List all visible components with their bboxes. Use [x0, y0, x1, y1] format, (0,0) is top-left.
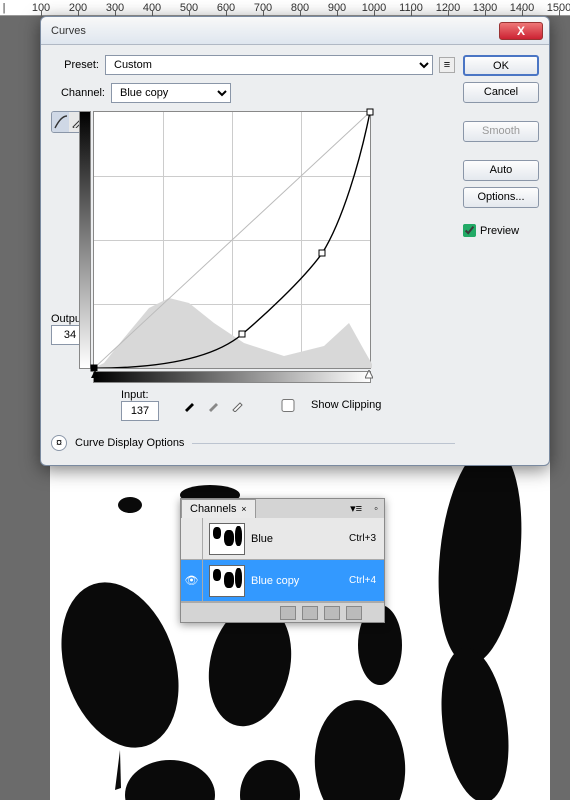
channel-shortcut: Ctrl+4 — [349, 575, 384, 586]
channel-row[interactable]: BlueCtrl+3 — [181, 518, 384, 560]
curves-dialog: Curves X Preset: Custom ≡ Channel: Blue … — [40, 16, 550, 466]
white-point-slider[interactable] — [365, 370, 373, 384]
panel-close-icon[interactable]: ◦ — [368, 503, 384, 515]
load-selection-icon[interactable] — [280, 606, 296, 620]
curve-point-2[interactable] — [319, 249, 326, 256]
black-eyedropper-icon[interactable] — [181, 396, 199, 414]
preset-select[interactable]: Custom — [105, 55, 433, 75]
visibility-toggle-icon[interactable] — [181, 518, 203, 559]
white-eyedropper-icon[interactable] — [229, 396, 247, 414]
delete-channel-icon[interactable] — [346, 606, 362, 620]
curve-display-expand-icon[interactable]: ¤ — [51, 435, 67, 451]
channels-tab[interactable]: Channels × — [181, 499, 256, 518]
save-selection-icon[interactable] — [302, 606, 318, 620]
channel-thumbnail — [209, 565, 245, 597]
horizontal-ruler: | // ticks rendered after data load belo… — [0, 0, 570, 16]
curve-path[interactable] — [94, 112, 370, 368]
channels-panel[interactable]: Channels × ▾≡ ◦ BlueCtrl+3👁Blue copyCtrl… — [180, 498, 385, 623]
channel-select[interactable]: Blue copy — [111, 83, 231, 103]
channels-footer — [181, 602, 384, 622]
channels-tab-label: Channels — [190, 503, 236, 515]
preset-menu-icon[interactable]: ≡ — [439, 57, 455, 73]
channel-shortcut: Ctrl+3 — [349, 533, 384, 544]
horizontal-gradient-ramp[interactable] — [93, 371, 371, 383]
channel-row[interactable]: 👁 Blue copyCtrl+4 — [181, 560, 384, 602]
channel-name: Blue — [251, 533, 349, 545]
cancel-button[interactable]: Cancel — [463, 82, 539, 103]
dialog-titlebar[interactable]: Curves X — [41, 17, 549, 45]
dialog-title: Curves — [41, 25, 86, 37]
visibility-toggle-icon[interactable]: 👁 — [181, 560, 203, 601]
smooth-button[interactable]: Smooth — [463, 121, 539, 142]
curve-point-1[interactable] — [239, 330, 246, 337]
panel-menu-icon[interactable]: ▾≡ — [344, 502, 368, 515]
input-field[interactable] — [121, 401, 159, 421]
channel-label: Channel: — [53, 87, 105, 99]
curves-graph[interactable] — [93, 111, 371, 369]
close-tab-icon[interactable]: × — [241, 504, 246, 514]
gray-eyedropper-icon[interactable] — [205, 396, 223, 414]
preview-checkbox[interactable]: Preview — [463, 224, 539, 237]
options-button[interactable]: Options... — [463, 187, 539, 208]
ok-button[interactable]: OK — [463, 55, 539, 76]
channel-name: Blue copy — [251, 575, 349, 587]
vertical-gradient-ramp — [79, 111, 91, 369]
preset-label: Preset: — [51, 59, 99, 71]
point-curve-icon[interactable] — [52, 112, 69, 132]
auto-button[interactable]: Auto — [463, 160, 539, 181]
curve-point-highlight[interactable] — [367, 109, 374, 116]
channel-thumbnail — [209, 523, 245, 555]
input-label: Input: — [121, 389, 159, 401]
show-clipping-checkbox[interactable]: Show Clipping — [269, 399, 381, 412]
dialog-close-button[interactable]: X — [499, 22, 543, 40]
new-channel-icon[interactable] — [324, 606, 340, 620]
curve-display-options-label: Curve Display Options — [75, 437, 184, 449]
black-point-slider[interactable] — [91, 370, 99, 384]
